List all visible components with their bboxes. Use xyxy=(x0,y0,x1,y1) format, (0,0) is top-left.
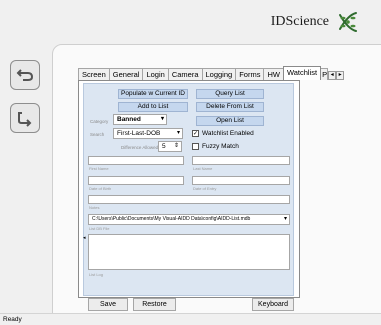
brand-name: IDScience xyxy=(270,14,329,29)
tab-logging[interactable]: Logging xyxy=(201,68,237,80)
difference-value: 5 xyxy=(162,143,166,150)
log-label: List Log xyxy=(89,272,104,277)
file-path-value: C:\Users\Public\Documents\My Visual-AIDD… xyxy=(92,216,251,222)
tab-strip: Screen General Login Camera Logging Form… xyxy=(78,66,345,80)
add-to-list-button[interactable]: Add to List xyxy=(118,102,188,112)
status-text: Ready xyxy=(3,316,22,323)
first-name-input[interactable] xyxy=(88,156,184,165)
doe-input[interactable] xyxy=(192,176,290,185)
checkbox-checked-icon: ✓ xyxy=(192,130,199,137)
category-select[interactable]: Banned ▾ xyxy=(113,114,167,125)
top-bar: IDScience xyxy=(0,0,381,42)
category-value: Banned xyxy=(117,116,141,123)
open-list-button[interactable]: Open List xyxy=(196,116,264,126)
tab-general[interactable]: General xyxy=(108,68,144,80)
log-textarea[interactable] xyxy=(88,234,290,270)
delete-from-list-button[interactable]: Delete From List xyxy=(196,102,264,112)
difference-stepper[interactable]: 5 ⇕ xyxy=(158,141,182,152)
dob-label: Date of Birth xyxy=(89,186,112,191)
search-value: First-Last-DOB xyxy=(117,130,161,137)
tab-screen[interactable]: Screen xyxy=(78,68,110,80)
last-name-label: Last Name xyxy=(193,166,213,171)
watchlist-enabled-label: Watchlist Enabled xyxy=(202,130,254,137)
restore-button[interactable]: Restore xyxy=(133,298,176,311)
fuzzy-match-checkbox[interactable]: Fuzzy Match xyxy=(192,143,239,150)
save-button[interactable]: Save xyxy=(88,298,128,311)
forward-button[interactable] xyxy=(10,103,40,133)
stepper-arrows-icon[interactable]: ⇕ xyxy=(174,142,179,151)
scroll-indicator-icon: ◂ xyxy=(83,235,86,241)
query-list-button[interactable]: Query List xyxy=(196,89,264,99)
difference-label: Difference Allowed xyxy=(121,145,159,150)
notes-input[interactable] xyxy=(88,195,290,204)
tab-camera[interactable]: Camera xyxy=(167,68,203,80)
undo-arrow-icon xyxy=(16,69,34,81)
file-label: List DB File xyxy=(89,226,110,231)
brand-logo-icon xyxy=(339,12,357,32)
file-path-select[interactable]: C:\Users\Public\Documents\My Visual-AIDD… xyxy=(88,214,290,225)
back-button[interactable] xyxy=(10,60,40,90)
fuzzy-match-label: Fuzzy Match xyxy=(202,143,239,150)
last-name-input[interactable] xyxy=(192,156,290,165)
search-select[interactable]: First-Last-DOB ▾ xyxy=(113,128,183,139)
checkbox-unchecked-icon xyxy=(192,143,199,150)
keyboard-button[interactable]: Keyboard xyxy=(252,298,294,311)
status-bar: Ready xyxy=(0,313,381,325)
tab-hw[interactable]: HW xyxy=(263,68,284,80)
notes-label: Notes xyxy=(89,205,100,210)
chevron-down-icon: ▾ xyxy=(176,130,180,136)
chevron-down-icon: ▾ xyxy=(160,116,164,122)
tab-scroll-left-icon[interactable]: ◂ xyxy=(328,71,337,80)
first-name-label: First Name xyxy=(89,166,109,171)
brand: IDScience xyxy=(271,9,361,35)
tab-p[interactable]: P xyxy=(320,68,329,80)
doe-label: Date of Entry xyxy=(193,186,217,191)
tab-scroll-right-icon[interactable]: ▸ xyxy=(336,71,345,80)
dob-input[interactable] xyxy=(88,176,184,185)
tab-watchlist[interactable]: Watchlist xyxy=(282,66,322,80)
populate-button[interactable]: Populate w Current ID xyxy=(118,89,188,99)
category-label: Category xyxy=(90,119,109,124)
tab-forms[interactable]: Forms xyxy=(235,68,265,80)
tab-scroll: ◂ ▸ xyxy=(328,71,345,80)
redo-arrow-icon xyxy=(18,112,32,127)
chevron-down-icon: ▾ xyxy=(283,216,287,222)
tab-login[interactable]: Login xyxy=(142,68,169,80)
watchlist-enabled-checkbox[interactable]: ✓ Watchlist Enabled xyxy=(192,130,254,137)
search-label: Search xyxy=(90,132,105,137)
